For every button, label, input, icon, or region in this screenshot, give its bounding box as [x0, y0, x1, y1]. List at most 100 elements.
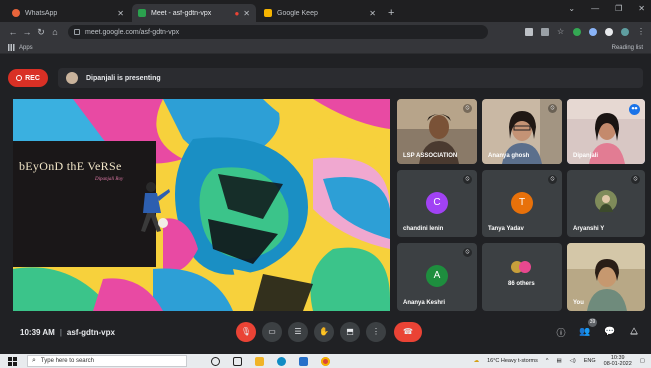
taskbar-search-box[interactable]: ⌕ Type here to search	[27, 355, 187, 367]
volume-icon[interactable]: ◁)	[570, 358, 576, 364]
whatsapp-favicon-icon	[12, 9, 20, 17]
avatar: C	[426, 192, 448, 214]
camera-button[interactable]: ▭	[262, 322, 282, 342]
chat-icon[interactable]: 💬	[604, 326, 616, 337]
meeting-header: REC Dipanjali is presenting	[8, 68, 643, 88]
participant-tile[interactable]: ⦸ Ananya ghosh	[482, 99, 562, 164]
share-icon[interactable]	[541, 28, 549, 36]
tab-meet[interactable]: Meet - asf-gdtn-vpx ● ✕	[132, 4, 256, 22]
participant-name: chandini lenin	[403, 226, 444, 232]
bookmarks-bar: Apps Reading list	[0, 42, 651, 54]
window-close-icon[interactable]: ✕	[638, 4, 645, 13]
participant-name: Ananya Keshri	[403, 300, 446, 306]
tab-title: WhatsApp	[25, 9, 58, 17]
avatar: T	[511, 192, 533, 214]
tray-expand-icon[interactable]: ^	[546, 358, 549, 364]
presenting-text: Dipanjali is presenting	[86, 74, 161, 82]
presentation-screen[interactable]: bEyOnD thE VeRSe Dipanjali Roy	[13, 99, 390, 311]
bookmark-star-icon[interactable]: ☆	[557, 28, 565, 36]
close-icon[interactable]: ✕	[243, 9, 250, 18]
mic-muted-icon: ⦸	[463, 248, 472, 257]
clock[interactable]: 10:39 08-01-2022	[604, 355, 632, 367]
extensions-area: ☆ ⋮	[525, 28, 645, 36]
participant-tile[interactable]: ⦸ LSP ASSOCIATION	[397, 99, 477, 164]
present-now-button[interactable]: ⬒	[340, 322, 360, 342]
mic-off-button[interactable]: 🎙	[236, 322, 256, 342]
home-icon[interactable]: ⌂	[48, 27, 62, 37]
clock-date: 08-01-2022	[603, 361, 632, 367]
participant-name: Tanya Yadav	[488, 226, 524, 232]
record-icon	[16, 75, 23, 81]
tab-whatsapp[interactable]: WhatsApp ✕	[6, 4, 130, 22]
lock-icon	[74, 29, 80, 35]
meeting-time: 10:39 AM	[20, 328, 55, 337]
system-tray: ☁ 16°C Heavy t-storms ^ ▤ ◁) ENG 10:39 0…	[474, 355, 651, 367]
raise-hand-button[interactable]: ✋	[314, 322, 334, 342]
taskbar-apps	[211, 356, 330, 366]
windows-start-icon[interactable]	[8, 356, 17, 366]
leave-call-button[interactable]: ☎	[394, 322, 422, 342]
mic-muted-icon: ⦸	[463, 104, 472, 113]
meeting-details: 10:39 AM | asf-gdtn-vpx	[20, 328, 115, 337]
forward-icon[interactable]: →	[20, 27, 34, 37]
tab-google-keep[interactable]: Google Keep ✕	[258, 4, 382, 22]
slide-title: bEyOnD thE VeRSe	[19, 159, 122, 173]
search-circle-icon[interactable]	[211, 356, 220, 366]
rec-label: REC	[25, 74, 40, 82]
other-participants-tile[interactable]: 86 others	[482, 243, 562, 311]
bookmark-apps[interactable]: Apps	[19, 45, 33, 51]
participant-count-badge: 39	[588, 318, 597, 327]
avatar: A	[426, 265, 448, 287]
participant-tile-active-speaker[interactable]: ⦁⦁ Dipanjali	[567, 99, 645, 164]
speaking-indicator-icon: ⦁⦁	[629, 104, 640, 115]
reload-icon[interactable]: ↻	[34, 27, 48, 38]
captions-button[interactable]: ☰	[288, 322, 308, 342]
camera-indicator-icon[interactable]	[525, 28, 533, 36]
minimize-icon[interactable]: —	[591, 4, 599, 13]
participant-name: Aryanshi Y	[573, 226, 605, 232]
file-explorer-icon[interactable]	[255, 356, 264, 366]
figure-illustration	[141, 182, 170, 232]
activities-icon[interactable]: ⧋	[628, 326, 640, 337]
close-icon[interactable]: ✕	[117, 9, 124, 18]
profile-avatar[interactable]	[621, 28, 629, 36]
people-icon[interactable]: 👥	[579, 326, 591, 337]
participant-name: LSP ASSOCIATION	[403, 153, 458, 159]
meeting-controls-bar: 10:39 AM | asf-gdtn-vpx 🎙 ▭ ☰ ✋ ⬒ ⋮ ☎ ⓘ 👥 …	[0, 319, 651, 349]
notifications-icon[interactable]: ▢	[640, 358, 645, 364]
participant-tile[interactable]: ⦸ T Tanya Yadav	[482, 170, 562, 237]
reading-list-button[interactable]: Reading list	[612, 45, 643, 51]
participant-tile[interactable]: ⦸ Aryanshi Y	[567, 170, 645, 237]
browser-toolbar: ← → ↻ ⌂ meet.google.com/asf-gdtn-vpx ☆ ⋮	[0, 22, 651, 42]
apps-grid-icon[interactable]	[8, 44, 15, 51]
meet-favicon-icon	[138, 9, 146, 17]
back-icon[interactable]: ←	[6, 27, 20, 37]
weather-icon: ☁	[473, 358, 480, 364]
extension-blue-icon[interactable]	[589, 28, 597, 36]
new-tab-button[interactable]: +	[388, 4, 394, 22]
meeting-details-icon[interactable]: ⓘ	[555, 326, 567, 339]
more-options-button[interactable]: ⋮	[366, 322, 386, 342]
maximize-icon[interactable]: ❐	[615, 4, 622, 13]
edge-icon[interactable]	[277, 356, 286, 366]
network-icon[interactable]: ▤	[556, 358, 561, 364]
address-bar[interactable]: meet.google.com/asf-gdtn-vpx	[68, 25, 488, 39]
extensions-puzzle-icon[interactable]	[605, 28, 613, 36]
menu-icon[interactable]: ⋮	[637, 28, 645, 36]
language-indicator[interactable]: ENG	[584, 358, 596, 364]
weather-text[interactable]: 16°C Heavy t-storms	[487, 358, 538, 364]
screen: WhatsApp ✕ Meet - asf-gdtn-vpx ● ✕ Googl…	[0, 0, 651, 368]
participant-tile[interactable]: ⦸ C chandini lenin	[397, 170, 477, 237]
mic-muted-icon: ⦸	[631, 175, 640, 184]
close-icon[interactable]: ✕	[369, 9, 376, 18]
tab-search-icon[interactable]: ⌄	[568, 4, 575, 13]
windows-taskbar: ⌕ Type here to search ☁ 16°C Heavy t-sto…	[0, 354, 651, 368]
recording-badge[interactable]: REC	[8, 69, 48, 87]
chrome-icon[interactable]	[321, 356, 330, 366]
task-view-icon[interactable]	[233, 356, 242, 366]
self-view-tile[interactable]: You	[567, 243, 645, 311]
store-icon[interactable]	[299, 356, 308, 366]
mic-muted-icon: ⦸	[463, 175, 472, 184]
participant-tile[interactable]: ⦸ A Ananya Keshri	[397, 243, 477, 311]
extension-green-icon[interactable]	[573, 28, 581, 36]
